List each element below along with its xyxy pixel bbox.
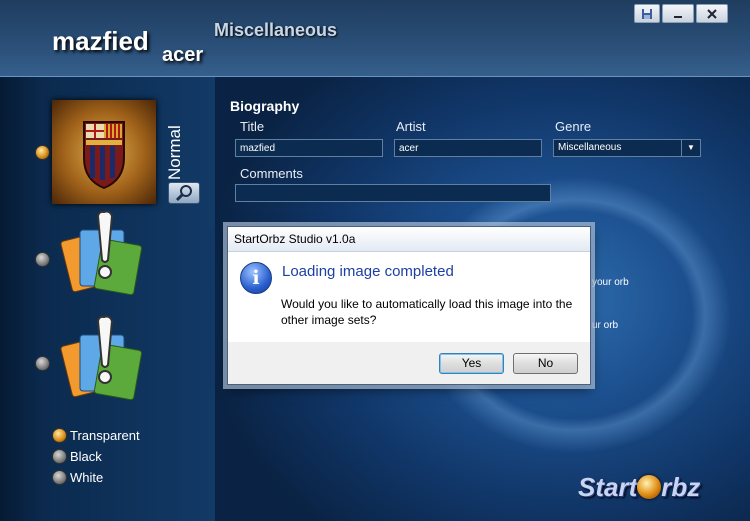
background-transparent-label[interactable]: Transparent <box>70 428 140 443</box>
orb-icon <box>637 475 662 499</box>
save-icon[interactable] <box>634 4 660 23</box>
missing-image-icon <box>60 315 143 401</box>
title-input[interactable] <box>235 139 383 157</box>
app-subtitle: acer <box>162 44 204 66</box>
dialog-heading: Loading image completed <box>282 263 454 280</box>
background-transparent-radio[interactable] <box>52 428 67 443</box>
normal-image-thumbnail[interactable] <box>52 100 156 204</box>
zoom-button[interactable] <box>168 182 200 204</box>
background-white-radio[interactable] <box>52 470 67 485</box>
app-window: mazfied acer Miscellaneous Normal Transp… <box>0 0 750 521</box>
yes-button[interactable]: Yes <box>439 353 504 374</box>
dialog-message: Would you like to automatically load thi… <box>281 297 573 327</box>
background-black-radio[interactable] <box>52 449 67 464</box>
genre-select[interactable]: Miscellaneous ▼ <box>553 139 701 157</box>
startorbz-logo: Start rbz <box>578 472 700 503</box>
background-white-label[interactable]: White <box>70 470 103 485</box>
artist-label: Artist <box>396 119 426 134</box>
section-title: Miscellaneous <box>214 20 338 40</box>
comments-label: Comments <box>240 166 303 181</box>
image-set-normal-radio[interactable] <box>35 145 50 160</box>
title-bar: mazfied acer Miscellaneous <box>0 0 750 77</box>
genre-select-value: Miscellaneous <box>558 142 622 153</box>
image-set-pressed-radio[interactable] <box>35 356 50 371</box>
image-set-hover-radio[interactable] <box>35 252 50 267</box>
partial-text-2: ur orb <box>592 320 619 331</box>
close-icon[interactable] <box>696 4 728 23</box>
artist-input[interactable] <box>394 139 542 157</box>
hover-image-thumbnail[interactable] <box>58 208 148 298</box>
window-controls <box>632 4 728 23</box>
dialog-title: StartOrbz Studio v1.0a <box>228 227 590 252</box>
missing-image-icon <box>60 210 143 296</box>
logo-text-end: rbz <box>661 472 701 502</box>
minimize-icon[interactable] <box>662 4 694 23</box>
app-name: mazfied <box>52 26 149 56</box>
crest-image <box>83 121 125 190</box>
no-button[interactable]: No <box>513 353 578 374</box>
logo-text-start: Start <box>578 472 638 502</box>
chevron-down-icon[interactable]: ▼ <box>681 140 700 156</box>
magnifier-icon <box>175 185 192 202</box>
comments-input[interactable] <box>235 184 551 202</box>
genre-label: Genre <box>555 119 592 134</box>
pressed-image-thumbnail[interactable] <box>58 313 148 403</box>
dialog-body: i Loading image completed Would you like… <box>228 252 590 342</box>
message-dialog: StartOrbz Studio v1.0a i Loading image c… <box>227 226 591 385</box>
partial-text-1: your orb <box>592 277 629 288</box>
normal-label: Normal <box>165 125 184 180</box>
biography-heading: Biography <box>230 98 300 114</box>
title-label: Title <box>240 119 265 134</box>
background-black-label[interactable]: Black <box>70 449 102 464</box>
info-icon: i <box>240 262 272 294</box>
